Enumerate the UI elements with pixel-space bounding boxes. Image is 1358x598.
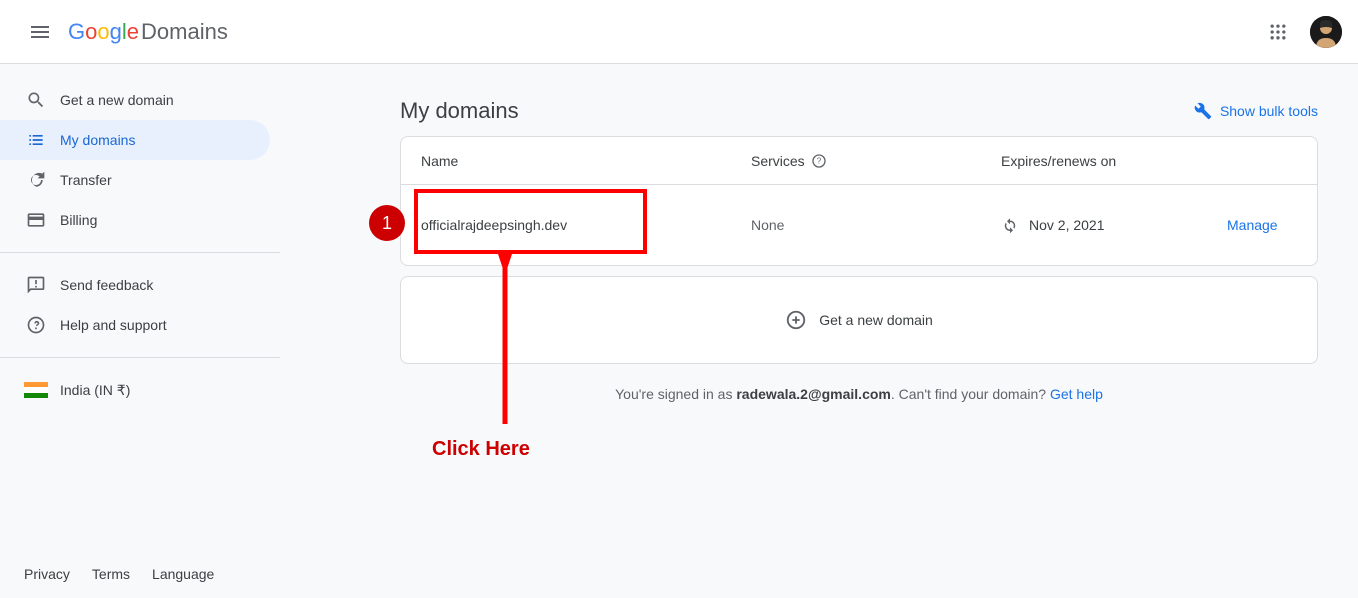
search-icon (24, 88, 48, 112)
bulk-tools-button[interactable]: Show bulk tools (1194, 102, 1318, 120)
user-avatar[interactable] (1310, 16, 1342, 48)
bulk-tools-label: Show bulk tools (1220, 103, 1318, 119)
transfer-icon (24, 168, 48, 192)
help-circle-icon[interactable]: ? (811, 153, 827, 169)
domain-expires-cell: Nov 2, 2021 (1001, 216, 1227, 234)
feedback-icon (24, 273, 48, 297)
sidebar-item-help[interactable]: Help and support (0, 305, 280, 345)
apps-grid-icon (1268, 22, 1288, 42)
svg-text:?: ? (816, 156, 821, 165)
sidebar-divider (0, 357, 280, 358)
domain-services-cell: None (751, 217, 1001, 233)
sidebar-divider (0, 252, 280, 253)
logo[interactable]: Google Domains (68, 19, 228, 45)
logo-product-text: Domains (141, 19, 228, 45)
avatar-image (1310, 16, 1342, 48)
column-header-name: Name (421, 153, 751, 169)
country-label: India (IN ₹) (60, 382, 130, 399)
sidebar-item-label: My domains (60, 132, 135, 148)
annotation-number-badge: 1 (369, 205, 405, 241)
sidebar-item-my-domains[interactable]: My domains (0, 120, 270, 160)
sidebar-item-label: Send feedback (60, 277, 153, 293)
google-apps-button[interactable] (1258, 12, 1298, 52)
sidebar-item-get-domain[interactable]: Get a new domain (0, 80, 280, 120)
get-new-domain-label: Get a new domain (819, 312, 933, 328)
footer-language-link[interactable]: Language (152, 566, 214, 582)
annotation-highlight-rect (414, 189, 647, 254)
menu-button[interactable] (16, 8, 64, 56)
footer-privacy-link[interactable]: Privacy (24, 566, 70, 582)
header-right (1258, 12, 1342, 52)
help-icon (24, 313, 48, 337)
signed-in-email: radewala.2@gmail.com (736, 386, 891, 402)
logo-google-text: Google (68, 19, 139, 45)
manage-link[interactable]: Manage (1227, 217, 1297, 233)
app-header: Google Domains (0, 0, 1358, 64)
autorenew-icon (1001, 216, 1019, 234)
list-icon (24, 128, 48, 152)
footer-terms-link[interactable]: Terms (92, 566, 130, 582)
sidebar-item-transfer[interactable]: Transfer (0, 160, 280, 200)
plus-circle-icon (785, 309, 807, 331)
column-header-services: Services ? (751, 153, 1001, 169)
footer-links: Privacy Terms Language (24, 566, 214, 582)
credit-card-icon (24, 208, 48, 232)
hamburger-icon (28, 20, 52, 44)
sidebar-item-feedback[interactable]: Send feedback (0, 265, 280, 305)
page-title: My domains (400, 98, 519, 124)
get-help-link[interactable]: Get help (1050, 386, 1103, 402)
column-header-expires: Expires/renews on (1001, 153, 1227, 169)
sidebar-item-label: Transfer (60, 172, 112, 188)
sidebar-item-label: Billing (60, 212, 97, 228)
country-selector[interactable]: India (IN ₹) (0, 370, 280, 410)
flag-india-icon (24, 382, 48, 398)
sidebar-item-billing[interactable]: Billing (0, 200, 280, 240)
sidebar-item-label: Help and support (60, 317, 167, 333)
annotation-text: Click Here (432, 438, 530, 461)
page-title-row: My domains Show bulk tools (400, 98, 1318, 124)
sidebar-item-label: Get a new domain (60, 92, 174, 108)
table-header: Name Services ? Expires/renews on (401, 137, 1317, 185)
wrench-icon (1194, 102, 1212, 120)
sidebar: Get a new domain My domains Transfer Bil… (0, 64, 280, 598)
annotation-arrow (425, 254, 545, 434)
